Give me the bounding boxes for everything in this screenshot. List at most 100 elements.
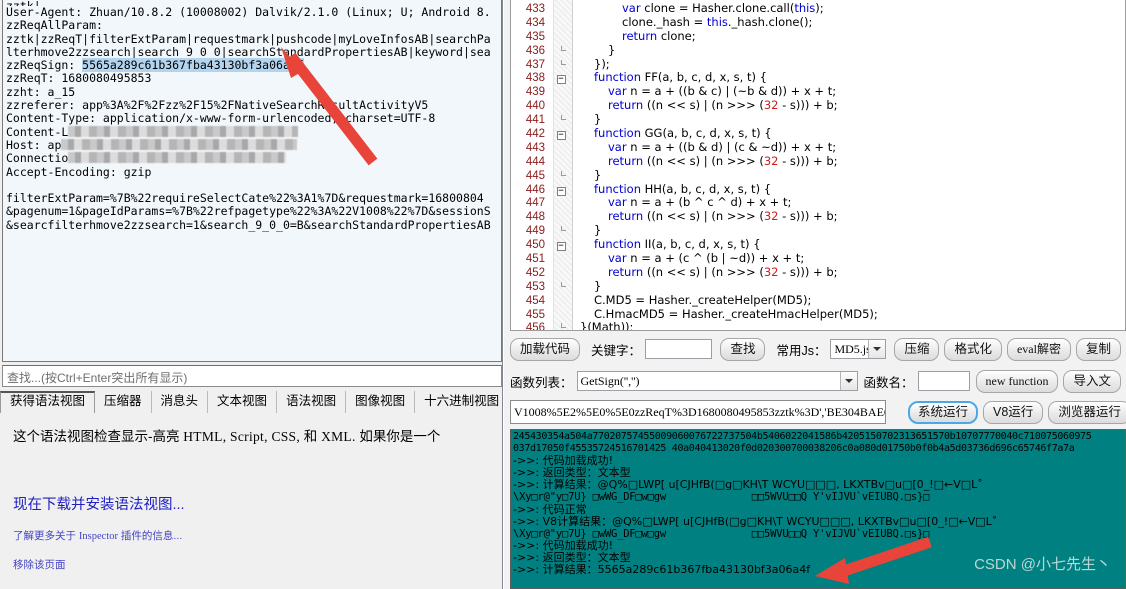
code-token: ._hash.clone(); [727, 14, 813, 29]
code-line-number: 435 [525, 30, 545, 43]
run-button-2[interactable]: V8运行 [983, 401, 1044, 424]
code-line: 449} [511, 223, 1125, 238]
common-js-value: MD5.js [834, 341, 869, 356]
code-token: - s))) + b; [778, 209, 838, 224]
code-line-number: 440 [525, 100, 545, 113]
code-fold-marker[interactable]: − [549, 238, 573, 252]
raw-line-prefix: Content-L [6, 124, 69, 139]
fold-end-icon [557, 115, 566, 124]
code-fold-marker [549, 44, 573, 58]
raw-request-line: Accept-Encoding: gzip [6, 164, 152, 179]
code-fold-marker[interactable]: − [549, 71, 573, 85]
fold-collapse-icon[interactable]: − [556, 75, 566, 85]
view-tab-6[interactable]: 图像视图 [346, 391, 416, 413]
view-tab-1[interactable]: 获得语法视图 [0, 391, 96, 413]
learn-more-link[interactable]: 了解更多关于 Inspector 插件的信息... [13, 528, 502, 543]
code-token: return [622, 28, 661, 43]
find-button[interactable]: 查找 [720, 337, 766, 361]
code-line: 453} [511, 279, 1125, 294]
code-editor[interactable]: 433 var clone = Hasher.clone.call(this); 4… [510, 0, 1126, 331]
code-line-text: var n = a + (b ^ c ^ d) + x + t; [608, 195, 791, 210]
copy-button[interactable]: 复制 [1075, 337, 1121, 361]
keyword-input[interactable] [645, 339, 713, 359]
code-line-number: 456 [525, 322, 545, 331]
code-token: 32 [763, 153, 779, 168]
code-token: ((n << s) | (n >>> ( [646, 209, 764, 224]
fold-collapse-icon[interactable]: − [556, 186, 566, 196]
code-token: var [622, 1, 645, 15]
desc-part-1: 这个语法视图检查显示-高亮 [13, 429, 184, 444]
code-line: 433 var clone = Hasher.clone.call(this); [511, 1, 1125, 16]
import-file-button[interactable]: 导入文 [1063, 369, 1121, 393]
learn-more-post: 插件的信息... [118, 530, 183, 542]
run-button-3[interactable]: 浏览器运行 [1048, 401, 1126, 424]
view-tab-4[interactable]: 文本视图 [208, 391, 278, 413]
code-token: }(Math)); [580, 320, 634, 331]
function-list-select[interactable]: GetSign('','') [576, 371, 858, 391]
code-line: 435 return clone; [511, 28, 1125, 44]
desc-mono-1: HTML, Script, CSS, [183, 429, 301, 444]
run-button-1[interactable]: 系统运行 [908, 401, 979, 424]
common-js-label: 常用Js： [776, 343, 827, 358]
fold-collapse-icon[interactable]: − [556, 242, 566, 252]
fold-end-icon [557, 59, 566, 69]
code-line: 446 − function HH(a, b, c, d, x, s, t) { [511, 182, 1125, 197]
run-buttons-group: 系统运行 V8运行 浏览器运行 [908, 401, 1126, 424]
code-line-number: 439 [525, 86, 545, 99]
code-token: HH(a, b, c, d, x, s, t) { [644, 181, 772, 196]
code-token: 32 [763, 98, 779, 113]
load-code-button[interactable]: 加载代码 [510, 337, 581, 361]
code-line-text: var clone = Hasher.clone.call(this); [622, 1, 824, 15]
function-list-value: GetSign('','') [580, 373, 640, 388]
desc-mono-2: XML. [321, 429, 356, 444]
code-token: 32 [763, 209, 779, 224]
code-fold-marker [549, 2, 573, 16]
code-fold-marker [549, 16, 573, 30]
code-line-number: 453 [525, 280, 545, 293]
code-line-number: 451 [525, 253, 545, 266]
view-tab-3[interactable]: 消息头 [151, 391, 209, 413]
raw-line-prefix: zzReqSign: [6, 58, 83, 73]
view-tab-7[interactable]: 十六进制视图 [415, 391, 502, 413]
code-line-number: 441 [525, 114, 545, 127]
code-fold-marker[interactable]: − [549, 127, 573, 141]
code-token: this [706, 14, 728, 29]
chevron-down-icon[interactable] [868, 340, 886, 358]
code-line: 447 var n = a + (b ^ c ^ d) + x + t; [511, 196, 1125, 210]
fold-collapse-icon[interactable]: − [556, 131, 566, 141]
code-token: clone = Hasher.clone.call( [644, 1, 795, 15]
function-list-label: 函数列表： [510, 375, 573, 390]
view-tab-5[interactable]: 语法视图 [277, 391, 347, 413]
code-token: C.HmacMD5 = Hasher._createHmacHelper(MD5… [594, 306, 878, 321]
chevron-down-icon[interactable] [839, 372, 857, 390]
raw-request-line: Connectio [6, 152, 501, 165]
code-line-text: function II(a, b, c, d, x, s, t) { [594, 237, 761, 251]
remove-page-link[interactable]: 移除该页面 [13, 557, 502, 572]
code-line-number: 446 [525, 183, 545, 196]
compress-button[interactable]: 压缩 [894, 337, 940, 361]
code-fold-marker[interactable]: − [549, 183, 573, 197]
expression-input[interactable]: V1008%5E2%5E0%5E0zzReqT%3D1680080495853z… [510, 400, 886, 424]
console-output[interactable]: 245430354a504a77020757455009060076722737… [510, 429, 1126, 589]
raw-request-line: User-Agent: Zhuan/10.8.2 (10008002) Dalv… [6, 5, 491, 19]
code-line: 444 return ((n << s) | (n >>> (32 - s))) … [511, 153, 1125, 169]
code-line-text: function HH(a, b, c, d, x, s, t) { [594, 182, 771, 196]
new-function-button[interactable]: new function [975, 369, 1059, 393]
raw-request-line: lterhmove2zzsearch|search_9_0_0|searchSt… [6, 44, 491, 59]
code-token: clone._hash = [622, 14, 707, 29]
view-tab-2[interactable]: 压缩器 [95, 391, 152, 413]
code-token: ((n << s) | (n >>> ( [646, 98, 764, 113]
code-fold-marker [549, 308, 573, 322]
code-line: 448 return ((n << s) | (n >>> (32 - s))) … [511, 209, 1125, 224]
common-js-select[interactable]: MD5.js [830, 339, 887, 359]
code-line-number: 450 [525, 239, 545, 252]
code-token: }); [594, 56, 610, 71]
function-name-input[interactable] [917, 371, 970, 391]
find-input[interactable]: 查找...(按Ctrl+Enter突出所有显示) [2, 365, 502, 387]
download-syntaxview-link[interactable]: 现在下载并安装语法视图... [13, 493, 502, 514]
code-fold-marker [549, 224, 573, 238]
code-line-text: } [594, 223, 601, 237]
eval-decrypt-button[interactable]: eval解密 [1006, 337, 1071, 361]
format-button[interactable]: 格式化 [944, 337, 1002, 361]
raw-request-textarea[interactable]: zztk| User-Agent: Zhuan/10.8.2 (10008002… [2, 0, 502, 362]
